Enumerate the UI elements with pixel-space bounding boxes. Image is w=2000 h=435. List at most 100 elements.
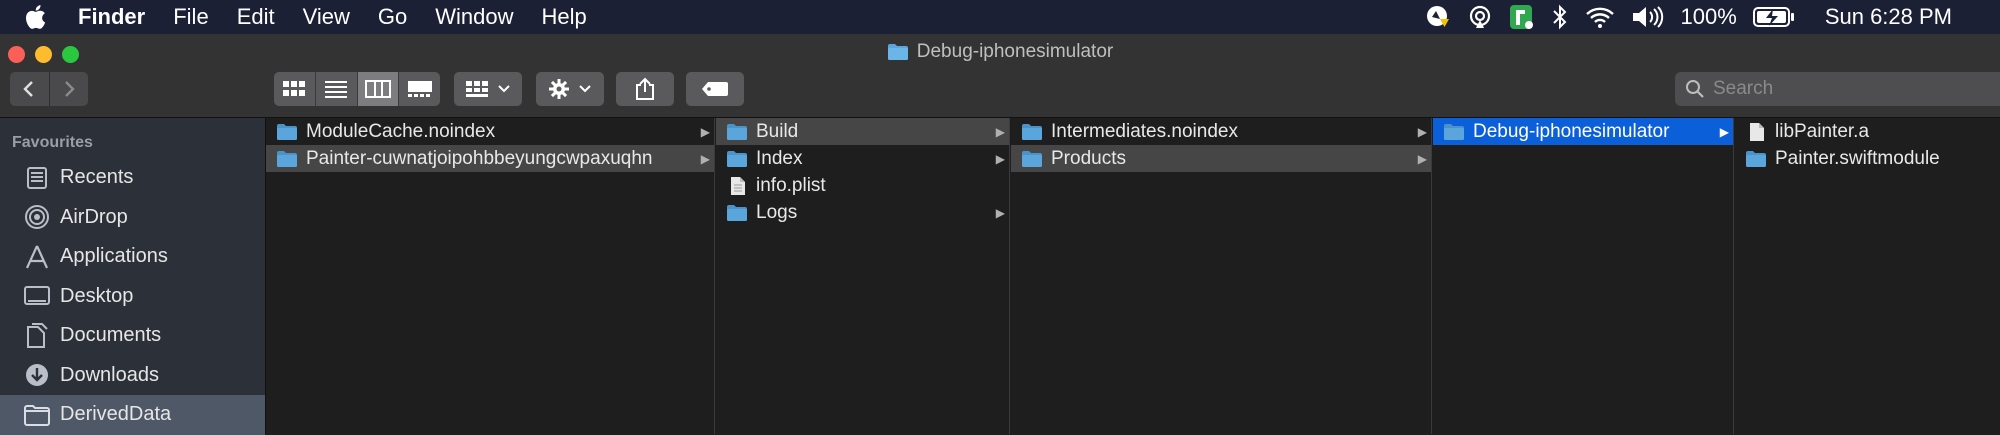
group-grid-icon — [466, 81, 488, 97]
list-item[interactable]: Build ▶ — [716, 118, 1009, 145]
folder-icon — [1022, 123, 1042, 140]
disclosure-arrow-icon: ▶ — [995, 151, 1005, 166]
sidebar-item-label: AirDrop — [60, 205, 128, 228]
sidebar-item-recents[interactable]: Recents — [0, 158, 265, 198]
sidebar-item-applications[interactable]: Applications — [0, 237, 265, 277]
menu-help[interactable]: Help — [528, 4, 601, 30]
folder-icon — [1746, 150, 1766, 167]
sidebar-item-documents[interactable]: Documents — [0, 316, 265, 356]
search-icon — [1686, 80, 1704, 98]
app-icon[interactable] — [1509, 4, 1535, 30]
column-view-button[interactable] — [357, 72, 400, 106]
desktop-icon — [24, 283, 50, 309]
disclosure-arrow-icon: ▶ — [700, 124, 710, 139]
sidebar-item-label: Downloads — [60, 363, 159, 386]
list-item[interactable]: Index ▶ — [716, 145, 1009, 172]
menu-go[interactable]: Go — [364, 4, 421, 30]
downloads-icon — [24, 362, 50, 388]
item-name: Build — [756, 120, 799, 142]
gallery-view-button[interactable] — [399, 72, 440, 106]
gear-icon — [549, 79, 569, 99]
folder-icon — [24, 402, 50, 428]
share-button[interactable] — [616, 72, 674, 106]
menu-edit[interactable]: Edit — [223, 4, 289, 30]
volume-icon[interactable] — [1631, 5, 1665, 29]
documents-icon — [24, 322, 50, 349]
back-button[interactable] — [10, 72, 50, 106]
item-name: Logs — [756, 201, 798, 223]
list-item[interactable]: Debug-iphonesimulator ▶ — [1433, 118, 1733, 145]
item-name: Painter.swiftmodule — [1775, 147, 1940, 169]
sidebar-item-label: DerivedData — [60, 403, 172, 426]
gallery-icon — [407, 81, 432, 97]
chevron-right-icon — [64, 81, 75, 97]
sidebar-item-label: Applications — [60, 245, 168, 268]
list-item[interactable]: Products ▶ — [1011, 145, 1431, 172]
browser-column-4: Debug-iphonesimulator ▶ — [1433, 118, 1734, 434]
disclosure-arrow-icon: ▶ — [995, 205, 1005, 220]
search-input[interactable] — [1713, 78, 1953, 100]
applications-icon — [24, 244, 50, 270]
sidebar: Favourites Recents AirDrop Applications … — [0, 118, 266, 435]
battery-icon[interactable] — [1752, 6, 1795, 28]
menu-file[interactable]: File — [159, 4, 222, 30]
battery-percent: 100% — [1680, 4, 1737, 29]
list-item[interactable]: Painter.swiftmodule — [1735, 145, 2000, 172]
folder-icon — [277, 123, 297, 140]
item-name: Products — [1051, 147, 1126, 169]
list-item[interactable]: Logs ▶ — [716, 199, 1009, 226]
folder-icon — [1022, 150, 1042, 167]
item-name: Index — [756, 147, 803, 169]
document-icon — [1750, 122, 1764, 141]
wifi-icon[interactable] — [1585, 5, 1615, 29]
list-item[interactable]: ModuleCache.noindex ▶ — [266, 118, 714, 145]
menu-clock[interactable]: Sun 6:28 PM — [1825, 4, 1952, 30]
action-menu-button[interactable] — [536, 72, 604, 106]
airdrop-icon — [24, 204, 50, 230]
folder-icon — [277, 150, 297, 167]
view-mode-buttons — [274, 72, 440, 106]
disclosure-arrow-icon: ▶ — [700, 151, 710, 166]
list-item[interactable]: info.plist — [716, 172, 1009, 199]
list-item[interactable]: Painter-cuwnatjoipohbbeyungcwpaxuqhn ▶ — [266, 145, 714, 172]
bluetooth-icon[interactable] — [1551, 4, 1569, 30]
sidebar-item-deriveddata[interactable]: DerivedData — [0, 395, 265, 435]
grid-icon — [283, 81, 306, 96]
sidebar-item-desktop[interactable]: Desktop — [0, 277, 265, 317]
apple-menu-icon[interactable] — [0, 4, 70, 30]
folder-icon — [727, 150, 747, 167]
recents-icon — [24, 165, 50, 191]
item-name: Intermediates.noindex — [1051, 120, 1238, 142]
icon-view-button[interactable] — [274, 72, 316, 106]
group-by-button[interactable] — [454, 72, 522, 106]
disclosure-arrow-icon: ▶ — [1719, 124, 1729, 139]
chevron-down-icon — [498, 85, 510, 93]
list-item[interactable]: Intermediates.noindex ▶ — [1011, 118, 1431, 145]
airplay-icon[interactable] — [1467, 4, 1493, 30]
sidebar-item-airdrop[interactable]: AirDrop — [0, 198, 265, 238]
forward-button[interactable] — [50, 72, 89, 106]
folder-icon — [1444, 123, 1464, 140]
chevron-left-icon — [23, 81, 34, 97]
list-icon — [325, 81, 348, 98]
folder-icon — [727, 123, 747, 140]
list-item[interactable]: libPainter.a — [1735, 118, 2000, 145]
document-icon — [731, 176, 745, 195]
list-view-button[interactable] — [316, 72, 358, 106]
folder-icon — [727, 204, 747, 221]
nav-buttons — [10, 72, 88, 106]
menu-app-finder[interactable]: Finder — [70, 4, 159, 30]
window-title-text: Debug-iphonesimulator — [916, 41, 1114, 62]
browser-column-2: Build ▶ Index ▶ info.plist Logs ▶ — [716, 118, 1010, 434]
menu-bar: Finder File Edit View Go Window Help 100… — [0, 0, 2000, 34]
menu-view[interactable]: View — [289, 4, 364, 30]
share-icon — [636, 77, 654, 100]
menu-window[interactable]: Window — [421, 4, 527, 30]
tags-button[interactable] — [686, 72, 744, 106]
sidebar-item-downloads[interactable]: Downloads — [0, 356, 265, 396]
browser-column-1: ModuleCache.noindex ▶ Painter-cuwnatjoip… — [266, 118, 715, 434]
search-field[interactable] — [1675, 72, 2000, 106]
avast-icon[interactable] — [1425, 4, 1451, 30]
window-title: Debug-iphonesimulator — [0, 41, 2000, 63]
item-name: Painter-cuwnatjoipohbbeyungcwpaxuqhn — [306, 147, 653, 169]
